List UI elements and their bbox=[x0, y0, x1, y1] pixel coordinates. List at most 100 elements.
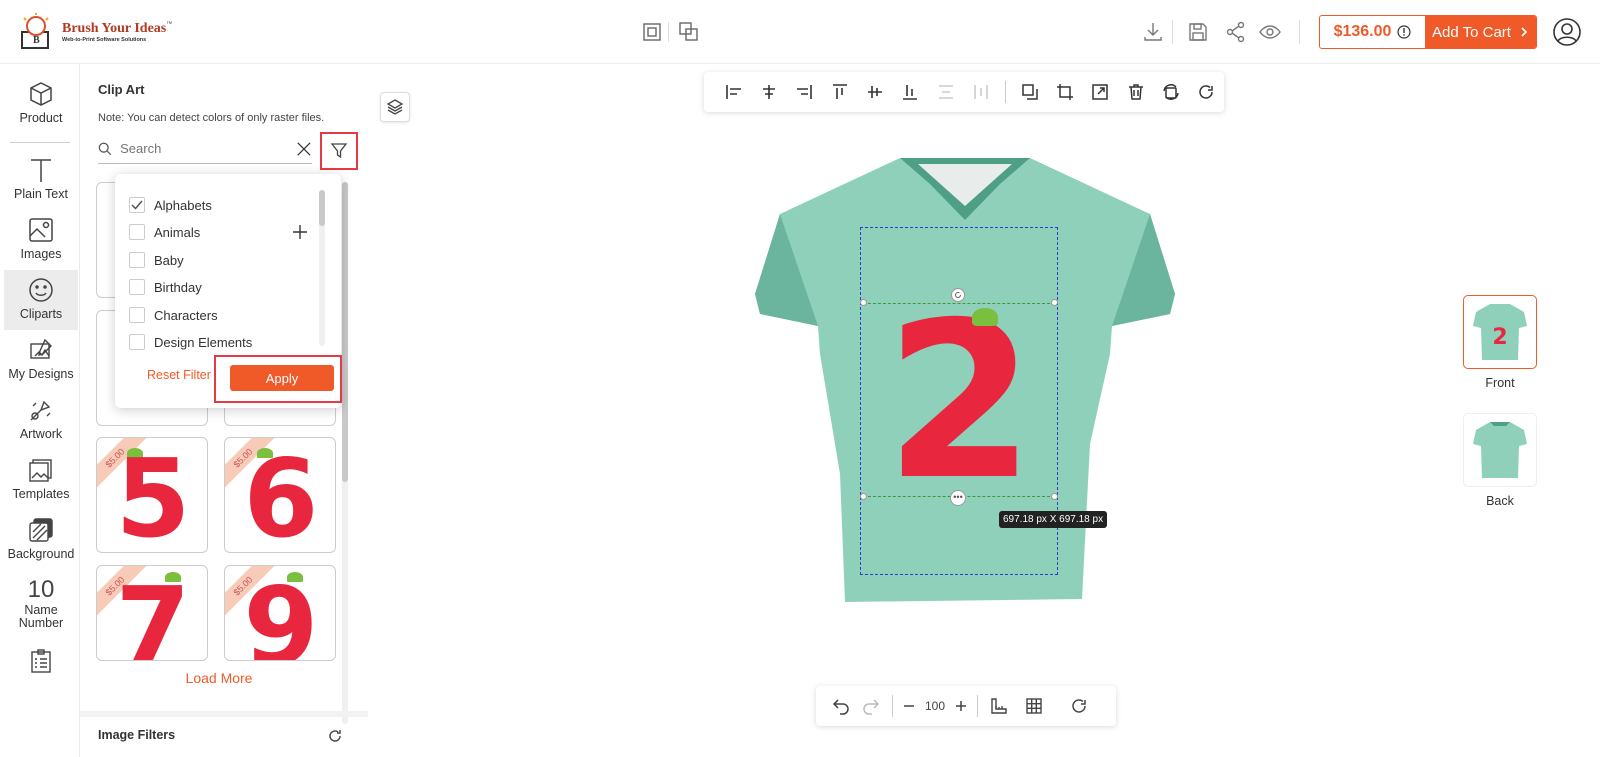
category-option[interactable]: Alphabets bbox=[129, 195, 212, 215]
dropdown-scrollbar[interactable] bbox=[319, 190, 325, 346]
align-right-icon[interactable] bbox=[787, 77, 822, 107]
resize-handle[interactable] bbox=[860, 493, 867, 500]
category-filter-dropdown: Alphabets Animals Baby Birthday Characte… bbox=[115, 174, 342, 408]
back-view-thumbnail[interactable] bbox=[1463, 413, 1537, 487]
align-bottom-icon[interactable] bbox=[893, 77, 928, 107]
sidebar-item-label: Plain Text bbox=[14, 187, 68, 201]
align-middle-vertical-icon[interactable] bbox=[857, 77, 892, 107]
reset-view-icon[interactable] bbox=[1054, 691, 1104, 721]
layers-button[interactable] bbox=[380, 92, 410, 122]
top-bar: B Brush Your Ideas™ Web-to-Print Softwar… bbox=[0, 0, 1600, 64]
share-icon[interactable] bbox=[1224, 20, 1248, 44]
save-icon[interactable] bbox=[1186, 20, 1210, 44]
distribute-vertical-icon[interactable] bbox=[928, 77, 963, 107]
my-designs-icon bbox=[27, 336, 55, 364]
expand-plus-icon[interactable] bbox=[293, 225, 307, 239]
sidebar-item-name-number[interactable]: 10 Name Number bbox=[4, 576, 78, 630]
add-to-cart-button[interactable]: Add To Cart bbox=[1425, 16, 1536, 48]
design-digit[interactable]: 2 bbox=[884, 294, 1036, 510]
category-option[interactable]: Characters bbox=[129, 305, 218, 325]
sidebar-item-background[interactable]: Background bbox=[4, 516, 78, 561]
templates-icon bbox=[27, 456, 55, 484]
sidebar-item-cliparts[interactable]: Cliparts bbox=[4, 270, 78, 330]
sidebar-item-label: Product bbox=[19, 111, 63, 125]
preview-eye-icon[interactable] bbox=[1258, 20, 1282, 44]
sidebar-item-plain-text[interactable]: Plain Text bbox=[4, 156, 78, 201]
category-label: Baby bbox=[154, 252, 184, 268]
front-view-thumbnail[interactable]: 2 bbox=[1463, 295, 1537, 369]
logo[interactable]: B Brush Your Ideas™ Web-to-Print Softwar… bbox=[18, 12, 172, 50]
close-icon[interactable] bbox=[296, 140, 312, 158]
align-top-icon[interactable] bbox=[822, 77, 857, 107]
text-icon bbox=[27, 156, 55, 184]
sidebar-item-product[interactable]: Product bbox=[4, 80, 78, 125]
fit-screen-icon[interactable] bbox=[640, 20, 664, 44]
checkbox[interactable] bbox=[129, 334, 145, 350]
category-option[interactable]: Birthday bbox=[129, 277, 202, 297]
category-option[interactable]: Animals bbox=[129, 222, 200, 242]
checkbox[interactable] bbox=[129, 307, 145, 323]
crop-icon[interactable] bbox=[1047, 77, 1082, 107]
align-center-horizontal-icon[interactable] bbox=[751, 77, 786, 107]
section-divider bbox=[80, 711, 368, 717]
checkbox[interactable] bbox=[129, 279, 145, 295]
filter-funnel-icon bbox=[330, 143, 348, 159]
clipart-card[interactable]: $5.00 6 bbox=[224, 437, 336, 553]
category-option[interactable]: Design Elements bbox=[129, 332, 252, 352]
undo-icon[interactable] bbox=[826, 691, 856, 721]
checkbox[interactable] bbox=[129, 252, 145, 268]
sidebar-item-my-designs[interactable]: My Designs bbox=[4, 336, 78, 381]
panel-scrollbar[interactable] bbox=[342, 182, 348, 724]
distribute-horizontal-icon[interactable] bbox=[964, 77, 999, 107]
strawberry-leaf bbox=[972, 308, 998, 326]
search-input[interactable] bbox=[120, 141, 297, 156]
info-icon[interactable] bbox=[1397, 25, 1412, 39]
checkbox-checked[interactable] bbox=[129, 197, 145, 213]
clipart-card[interactable]: $5.00 9 bbox=[224, 565, 336, 661]
sidebar-item-label: Name Number bbox=[18, 603, 64, 630]
resize-handle[interactable] bbox=[860, 299, 867, 306]
category-label: Characters bbox=[154, 307, 218, 323]
clipart-card[interactable]: $5.00 5 bbox=[96, 437, 208, 553]
checkmark-icon bbox=[131, 200, 143, 210]
clipart-card[interactable]: $5.00 7 bbox=[96, 565, 208, 661]
clipart-digit: 7 bbox=[115, 565, 191, 661]
panel-scrollbar-thumb[interactable] bbox=[342, 182, 348, 482]
category-label: Birthday bbox=[154, 279, 202, 295]
sidebar-item-artwork[interactable]: Artwork bbox=[4, 396, 78, 441]
checkbox[interactable] bbox=[129, 224, 145, 240]
zoom-out-icon[interactable] bbox=[899, 691, 919, 721]
align-left-icon[interactable] bbox=[716, 77, 751, 107]
refresh-icon[interactable] bbox=[327, 728, 343, 744]
category-option[interactable]: Baby bbox=[129, 250, 184, 270]
user-account-icon[interactable] bbox=[1552, 17, 1582, 47]
filter-button[interactable] bbox=[320, 132, 358, 170]
sidebar-item-more[interactable] bbox=[4, 648, 78, 679]
overlap-view-icon[interactable] bbox=[677, 20, 701, 44]
sidebar-item-images[interactable]: Images bbox=[4, 216, 78, 261]
dropdown-scrollbar-thumb[interactable] bbox=[319, 190, 325, 226]
apply-button[interactable]: Apply bbox=[230, 365, 334, 391]
download-icon[interactable] bbox=[1141, 20, 1165, 44]
grid-icon[interactable] bbox=[1014, 691, 1054, 721]
load-more-link[interactable]: Load More bbox=[80, 670, 358, 686]
flip-image-icon[interactable] bbox=[1153, 77, 1188, 107]
chevron-right-icon bbox=[1521, 27, 1528, 37]
clipart-digit: 6 bbox=[243, 437, 319, 553]
price-cart-group: $136.00 Add To Cart bbox=[1319, 15, 1537, 49]
price-button[interactable]: $136.00 bbox=[1320, 16, 1425, 48]
resize-handle[interactable] bbox=[1051, 299, 1058, 306]
category-label: Design Elements bbox=[154, 334, 253, 350]
ruler-icon[interactable] bbox=[984, 691, 1014, 721]
reset-filter-link[interactable]: Reset Filter bbox=[147, 368, 211, 382]
rotate-icon[interactable] bbox=[1189, 77, 1224, 107]
resize-handle[interactable] bbox=[1051, 493, 1058, 500]
arrange-layers-icon[interactable] bbox=[1012, 77, 1047, 107]
divider bbox=[1299, 20, 1300, 44]
sidebar-item-templates[interactable]: Templates bbox=[4, 456, 78, 501]
redo-icon[interactable] bbox=[856, 691, 886, 721]
delete-trash-icon[interactable] bbox=[1118, 77, 1153, 107]
zoom-in-icon[interactable] bbox=[951, 691, 971, 721]
resize-icon[interactable] bbox=[1083, 77, 1118, 107]
more-options-icon[interactable]: ••• bbox=[950, 490, 966, 506]
